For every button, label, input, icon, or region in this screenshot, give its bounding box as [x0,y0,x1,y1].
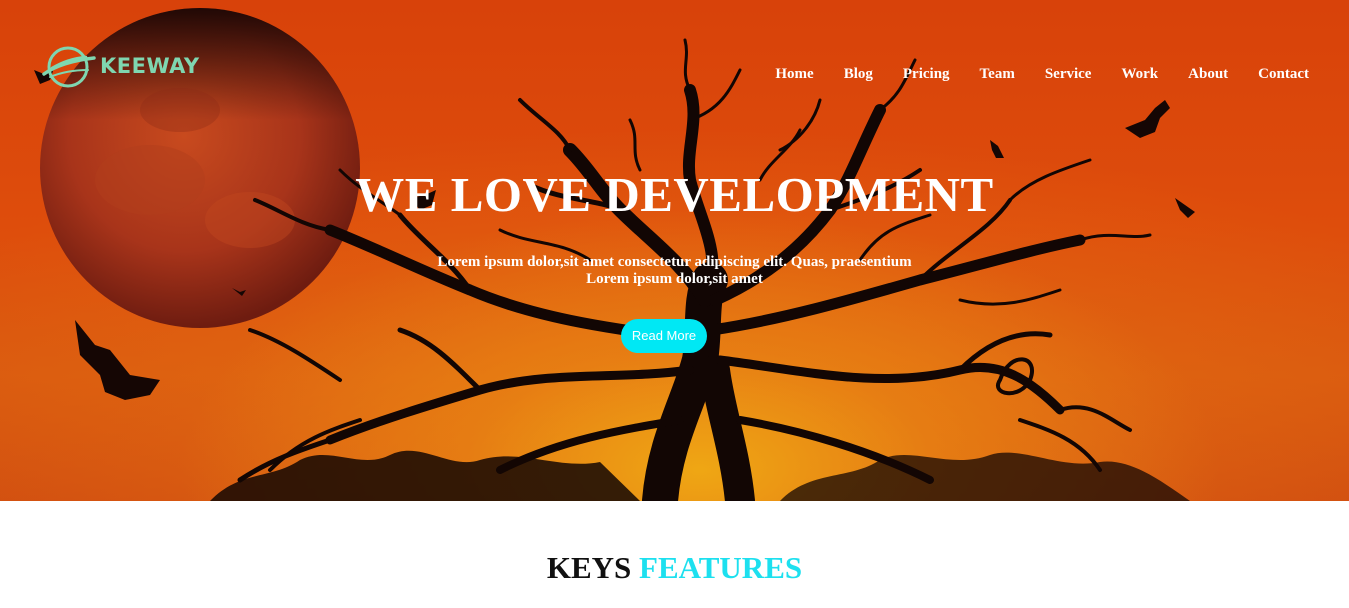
nav-item-blog[interactable]: Blog [844,64,873,84]
hero-title: WE LOVE DEVELOPMENT [355,167,994,222]
ground-foliage [210,450,1190,501]
nav-item-work[interactable]: Work [1121,64,1158,84]
hero-banner: KEEWAY Home Blog Pricing Team Service Wo… [0,0,1349,501]
nav-item-contact[interactable]: Contact [1258,64,1309,84]
hero-subtitle-line-1: Lorem ipsum dolor,sit amet consectetur a… [437,254,912,270]
hero-subtitle: Lorem ipsum dolor,sit amet consectetur a… [0,254,1349,288]
main-nav: Home Blog Pricing Team Service Work Abou… [745,64,1309,84]
nav-item-about[interactable]: About [1188,64,1228,84]
brand-logo[interactable]: KEEWAY [38,44,200,90]
nav-item-service[interactable]: Service [1045,64,1092,84]
nav-item-pricing[interactable]: Pricing [903,64,950,84]
read-more-button[interactable]: Read More [621,319,707,353]
nav-item-team[interactable]: Team [980,64,1015,84]
brand-name: KEEWAY [100,54,200,78]
section-title-word-1: KEYS [546,550,632,585]
section-title-features: KEYS FEATURES [0,548,1349,588]
section-title-word-2: FEATURES [639,550,803,585]
hero-subtitle-line-2: Lorem ipsum dolor,sit amet [586,271,763,287]
nav-item-home[interactable]: Home [775,64,813,84]
globe-swoosh-icon [42,46,96,88]
